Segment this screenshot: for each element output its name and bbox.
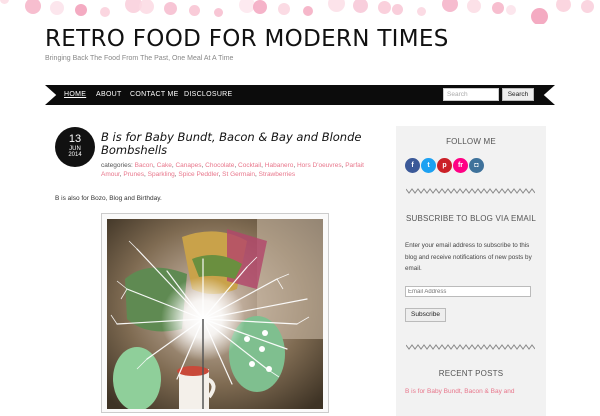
post-image-frame bbox=[101, 213, 329, 413]
nav-item-home[interactable]: HOME bbox=[64, 91, 86, 98]
polka-dot bbox=[0, 0, 9, 4]
polka-dot bbox=[100, 7, 110, 17]
polka-dot bbox=[214, 8, 223, 17]
nav-item-disclosure[interactable]: DISCLOSURE bbox=[184, 91, 233, 98]
post-date-day: 13 bbox=[68, 133, 82, 145]
polka-dot bbox=[253, 0, 267, 14]
sparkler-photo[interactable] bbox=[107, 219, 323, 409]
pinterest-icon[interactable]: p bbox=[437, 158, 452, 173]
zigzag-divider bbox=[406, 188, 535, 194]
polka-dot bbox=[492, 2, 504, 14]
facebook-icon[interactable]: f bbox=[405, 158, 420, 173]
polka-dot bbox=[467, 0, 481, 13]
subscribe-description: Enter your email address to subscribe to… bbox=[405, 242, 532, 272]
header-polka-dot-border bbox=[0, 0, 600, 24]
subscribe-button[interactable]: Subscribe bbox=[405, 308, 446, 322]
polka-dot bbox=[303, 6, 313, 16]
site-title[interactable]: RETRO FOOD FOR MODERN TIMES bbox=[45, 26, 449, 52]
category-link[interactable]: Cocktail bbox=[238, 162, 261, 169]
search-button[interactable]: Search bbox=[502, 88, 534, 101]
zigzag-divider bbox=[406, 344, 535, 350]
polka-dot bbox=[506, 5, 516, 15]
post-date-year: 2014 bbox=[68, 152, 82, 158]
polka-dot bbox=[278, 3, 290, 15]
twitter-icon[interactable]: t bbox=[421, 158, 436, 173]
site-tagline: Bringing Back The Food From The Past, On… bbox=[45, 55, 234, 62]
category-link[interactable]: Habanero bbox=[265, 162, 294, 169]
category-link[interactable]: Spice Peddler bbox=[178, 171, 218, 178]
polka-dot bbox=[417, 7, 426, 16]
polka-dot bbox=[378, 1, 391, 14]
post-intro: B is also for Bozo, Blog and Birthday. bbox=[55, 195, 162, 202]
polka-dot bbox=[50, 1, 64, 15]
category-link[interactable]: Chocolate bbox=[205, 162, 234, 169]
category-link[interactable]: St Germain bbox=[222, 171, 255, 178]
polka-dot bbox=[189, 5, 200, 16]
category-link[interactable]: Strawberries bbox=[259, 171, 295, 178]
main-nav: HOME ABOUT CONTACT ME DISCLOSURE Search bbox=[45, 85, 555, 105]
recent-posts-heading: RECENT POSTS bbox=[438, 369, 504, 378]
instagram-icon[interactable]: ◘ bbox=[469, 158, 484, 173]
polka-dot bbox=[442, 0, 458, 12]
post-title[interactable]: B is for Baby Bundt, Bacon & Bay and Blo… bbox=[101, 131, 381, 157]
nav-item-about[interactable]: ABOUT bbox=[96, 91, 122, 98]
polka-dot bbox=[581, 0, 594, 13]
categories-label: categories: bbox=[101, 162, 133, 169]
flickr-icon[interactable]: fr bbox=[453, 158, 468, 173]
post-categories: categories: Bacon, Cake, Canapes, Chocol… bbox=[101, 162, 364, 178]
follow-me-heading: FOLLOW ME bbox=[446, 137, 496, 146]
recent-post-link[interactable]: B is for Baby Bundt, Bacon & Bay and bbox=[405, 388, 514, 395]
category-link[interactable]: Canapes bbox=[175, 162, 201, 169]
category-link[interactable]: Hors D'oeuvres bbox=[297, 162, 342, 169]
polka-dot bbox=[353, 0, 368, 13]
nav-item-contact[interactable]: CONTACT ME bbox=[130, 91, 179, 98]
subscribe-heading: SUBSCRIBE TO BLOG VIA EMAIL bbox=[405, 214, 537, 223]
category-link[interactable]: Cake bbox=[157, 162, 172, 169]
polka-dot bbox=[164, 2, 177, 15]
category-link[interactable]: Bacon bbox=[135, 162, 153, 169]
polka-dot bbox=[25, 0, 41, 14]
polka-dot bbox=[328, 0, 345, 12]
category-link[interactable]: Sparkling bbox=[148, 171, 175, 178]
polka-dot bbox=[531, 8, 548, 24]
email-field[interactable] bbox=[405, 286, 531, 297]
polka-dot bbox=[75, 4, 87, 16]
polka-dot bbox=[556, 0, 571, 12]
post-date-badge: 13 JUN 2014 bbox=[55, 127, 95, 167]
search-input[interactable] bbox=[443, 88, 499, 101]
polka-dot bbox=[392, 4, 403, 15]
polka-dot bbox=[139, 0, 154, 14]
category-link[interactable]: Prunes bbox=[123, 171, 144, 178]
